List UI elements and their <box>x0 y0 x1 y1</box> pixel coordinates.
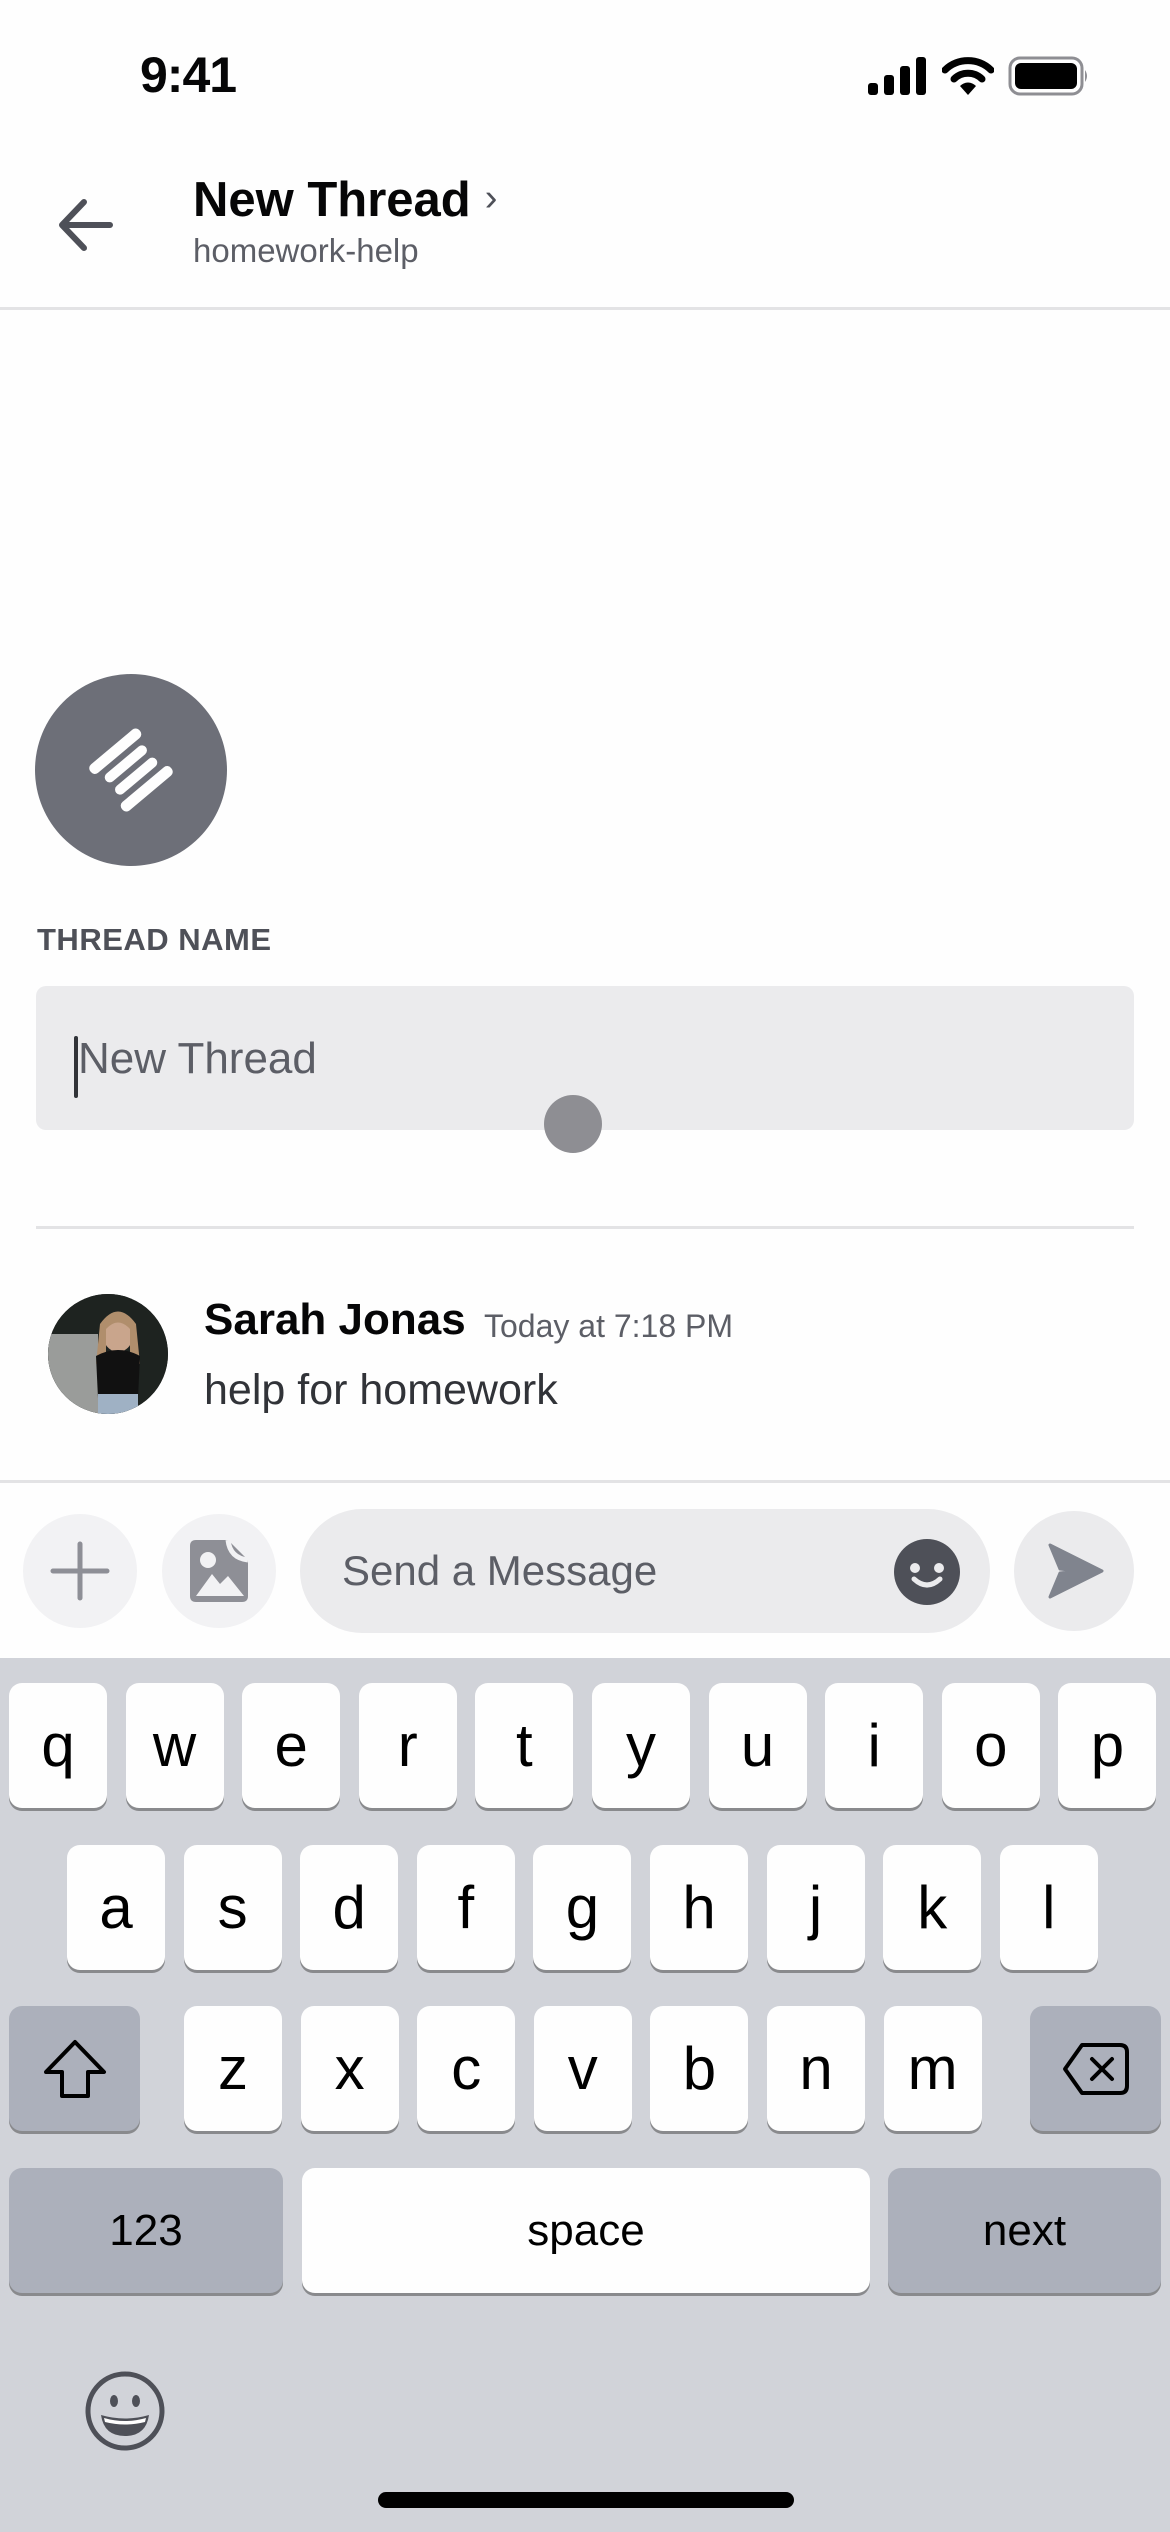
key-u[interactable]: u <box>708 1683 807 1808</box>
message-author[interactable]: Sarah Jonas <box>204 1295 466 1345</box>
page-title: New Thread <box>193 173 471 227</box>
cellular-signal-icon <box>868 57 926 95</box>
send-button[interactable] <box>1014 1511 1134 1631</box>
message-timestamp: Today at 7:18 PM <box>484 1308 734 1344</box>
message-composer: Send a Message <box>0 1483 1170 1658</box>
header-title-group[interactable]: New Thread › homework-help <box>193 172 497 270</box>
key-s[interactable]: s <box>183 1845 282 1970</box>
key-i[interactable]: i <box>825 1683 924 1808</box>
key-y[interactable]: y <box>592 1683 690 1808</box>
avatar[interactable] <box>48 1294 168 1414</box>
key-w[interactable]: w <box>125 1683 224 1808</box>
key-m[interactable]: m <box>883 2006 982 2131</box>
shift-icon <box>43 2039 106 2098</box>
key-r[interactable]: r <box>358 1683 457 1808</box>
status-icons <box>868 56 1090 96</box>
key-x[interactable]: x <box>300 2006 399 2131</box>
message-input[interactable]: Send a Message <box>300 1509 990 1633</box>
thread-name-placeholder: New Thread <box>78 1034 317 1083</box>
channel-name: homework-help <box>193 232 419 269</box>
back-button[interactable] <box>50 190 120 260</box>
wifi-icon <box>942 57 994 95</box>
key-o[interactable]: o <box>941 1683 1040 1808</box>
key-b[interactable]: b <box>650 2006 749 2131</box>
key-c[interactable]: c <box>417 2006 516 2131</box>
key-f[interactable]: f <box>416 1845 515 1970</box>
thread-name-label: THREAD NAME <box>37 922 272 957</box>
backspace-icon <box>1062 2042 1129 2095</box>
key-z[interactable]: z <box>184 2006 282 2131</box>
shift-key[interactable] <box>9 2006 140 2131</box>
message-text: help for homework <box>204 1366 558 1414</box>
status-time: 9:41 <box>140 47 237 103</box>
battery-icon <box>1008 56 1087 96</box>
key-v[interactable]: v <box>533 2006 632 2131</box>
emoji-button[interactable] <box>894 1539 960 1605</box>
key-h[interactable]: h <box>650 1845 748 1970</box>
emoji-keyboard-icon <box>85 2371 165 2451</box>
key-l[interactable]: l <box>999 1845 1098 1970</box>
status-bar: 9:41 <box>0 0 1170 150</box>
key-p[interactable]: p <box>1058 1683 1157 1808</box>
send-icon <box>1048 1543 1104 1599</box>
header: New Thread › homework-help <box>0 150 1170 310</box>
key-q[interactable]: q <box>9 1683 107 1808</box>
emoji-icon <box>910 1563 944 1588</box>
gallery-button[interactable] <box>162 1514 276 1628</box>
key-g[interactable]: g <box>533 1845 632 1970</box>
arrow-left-icon <box>59 199 113 251</box>
thread-glyph-icon <box>89 728 173 812</box>
key-j[interactable]: j <box>766 1845 865 1970</box>
delete-key[interactable] <box>1030 2006 1161 2131</box>
message-item[interactable]: Sarah Jonas Today at 7:18 PM help for ho… <box>0 1290 1170 1440</box>
chevron-right-icon: › <box>484 176 498 219</box>
next-key[interactable]: next <box>888 2168 1161 2293</box>
space-key[interactable]: space <box>302 2168 870 2293</box>
keyboard: qwertyuiop asdfghjkl zxcvbnm 123 space n… <box>0 1658 1170 2532</box>
add-attachment-button[interactable] <box>23 1514 137 1628</box>
numbers-key[interactable]: 123 <box>9 2168 283 2293</box>
key-n[interactable]: n <box>767 2006 865 2131</box>
key-t[interactable]: t <box>475 1683 574 1808</box>
user-avatar-photo <box>48 1294 168 1414</box>
touch-indicator <box>544 1095 602 1153</box>
home-indicator <box>378 2492 794 2508</box>
key-a[interactable]: a <box>67 1845 165 1970</box>
emoji-keyboard-button[interactable] <box>84 2370 166 2452</box>
key-e[interactable]: e <box>242 1683 341 1808</box>
image-icon <box>190 1539 249 1602</box>
message-input-placeholder: Send a Message <box>342 1547 658 1594</box>
divider <box>36 1226 1134 1229</box>
plus-icon <box>50 1541 110 1601</box>
key-k[interactable]: k <box>883 1845 982 1970</box>
key-d[interactable]: d <box>300 1845 399 1970</box>
thread-icon <box>35 674 227 866</box>
